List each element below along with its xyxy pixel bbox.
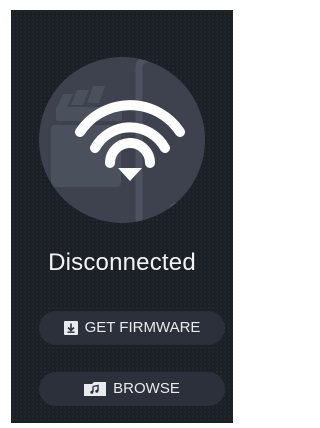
- app-screen: Disconnected GET FIRMWARE BROWSE: [11, 10, 233, 423]
- folder-music-icon: [84, 382, 107, 396]
- connection-illustration: [39, 57, 205, 223]
- browse-button[interactable]: BROWSE: [39, 372, 225, 406]
- get-firmware-button[interactable]: GET FIRMWARE: [39, 311, 225, 345]
- get-firmware-label: GET FIRMWARE: [84, 319, 201, 336]
- download-icon: [63, 321, 78, 335]
- browse-label: BROWSE: [113, 380, 180, 397]
- connection-status: Disconnected: [48, 249, 196, 276]
